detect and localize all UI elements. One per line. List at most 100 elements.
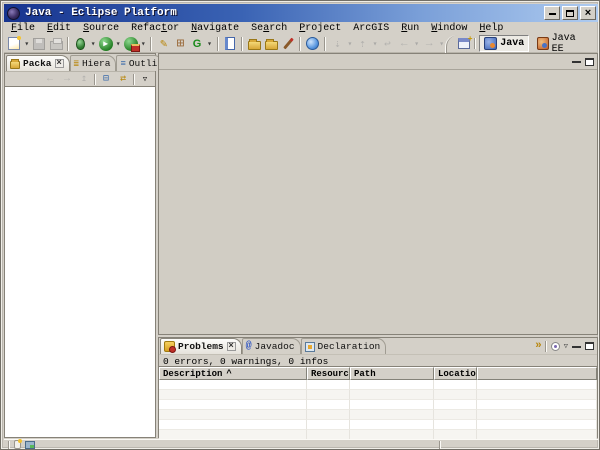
blue-document-button[interactable] — [222, 36, 239, 52]
menu-item-run[interactable]: Run — [395, 23, 425, 34]
close-button[interactable]: × — [580, 6, 596, 20]
column-header-location[interactable]: Location — [434, 367, 477, 380]
problems-table-body[interactable] — [159, 380, 597, 440]
forward-dropdown[interactable]: ▾ — [438, 36, 446, 52]
arcgis-pen-button[interactable]: ✎ — [155, 36, 172, 52]
javadoc-icon: @ — [246, 341, 252, 352]
run-button[interactable]: ▶ — [97, 36, 114, 52]
tab-problems[interactable]: Problems × — [160, 338, 242, 354]
arcgis-g-dropdown[interactable]: ▾ — [205, 36, 213, 52]
column-header-description[interactable]: Description ^ — [159, 367, 307, 380]
tab-javadoc[interactable]: @ Javadoc — [242, 338, 301, 354]
web-globe-button[interactable] — [304, 36, 321, 52]
open-perspective-button[interactable] — [456, 36, 471, 52]
arcgis-grid-button[interactable]: ⊞ — [172, 36, 189, 52]
new-wizard-button[interactable] — [6, 36, 23, 52]
focus-icon[interactable] — [551, 342, 560, 351]
tab-hierarchy[interactable]: ≣ Hiera — [70, 55, 117, 71]
back-button[interactable]: ← — [396, 36, 413, 52]
view-menu-icon[interactable]: ▽ — [564, 342, 568, 351]
column-header-path[interactable]: Path — [350, 367, 434, 380]
document-icon — [225, 37, 235, 50]
paintbrush-button[interactable] — [280, 36, 297, 52]
previous-annotation-dropdown[interactable]: ▾ — [371, 36, 379, 52]
toolbar-separator — [94, 74, 96, 85]
previous-annotation-button[interactable]: ⇡ — [354, 36, 371, 52]
menu-item-search[interactable]: Search — [245, 23, 293, 34]
run-dropdown[interactable]: ▾ — [114, 36, 122, 52]
tab-close-icon[interactable]: × — [55, 59, 64, 68]
tab-label: Packa — [23, 58, 52, 69]
view-menu-button[interactable]: ▽ — [138, 73, 152, 86]
column-header-filler — [477, 367, 597, 380]
collapse-all-button[interactable]: ⊟ — [99, 73, 113, 86]
save-button[interactable] — [31, 36, 48, 52]
last-edit-location-button[interactable]: ↩ — [379, 36, 396, 52]
minimize-button[interactable] — [544, 6, 560, 20]
sort-indicator-icon: ^ — [226, 369, 231, 379]
status-separator — [8, 441, 10, 449]
status-clipboard-icon[interactable] — [25, 441, 35, 449]
declaration-icon — [305, 342, 315, 352]
menu-item-refactor[interactable]: Refactor — [125, 23, 185, 34]
folder-icon — [265, 41, 278, 50]
menu-item-project[interactable]: Project — [293, 23, 347, 34]
debug-button[interactable] — [72, 36, 89, 52]
forward-button[interactable]: → — [421, 36, 438, 52]
link-with-editor-button[interactable]: ⇄ — [116, 73, 130, 86]
maximize-button[interactable] — [562, 6, 578, 20]
tab-package-explorer[interactable]: Packa × — [6, 55, 70, 71]
folder-open-button[interactable] — [246, 36, 263, 52]
editor-area — [158, 53, 598, 335]
menu-item-window[interactable]: Window — [425, 23, 473, 34]
back-button[interactable]: ← — [43, 73, 57, 86]
tab-label: Declaration — [318, 341, 381, 352]
maximize-editor-button[interactable] — [585, 58, 594, 66]
external-tools-button[interactable] — [122, 36, 139, 52]
menu-item-navigate[interactable]: Navigate — [185, 23, 245, 34]
menu-item-edit[interactable]: Edit — [41, 23, 77, 34]
menu-item-help[interactable]: Help — [473, 23, 509, 34]
table-row — [159, 410, 597, 420]
debug-dropdown[interactable]: ▾ — [89, 36, 97, 52]
next-annotation-button[interactable]: ⇣ — [329, 36, 346, 52]
folder-icon — [248, 41, 261, 50]
new-wizard-dropdown[interactable]: ▾ — [23, 36, 31, 52]
package-explorer-view: Packa × ≣ Hiera ≡ Outli ← → ↥ ⊟ ⇄ — [4, 53, 156, 438]
menu-item-source[interactable]: Source — [77, 23, 125, 34]
tab-close-icon[interactable]: × — [227, 342, 236, 351]
tab-label: Outli — [129, 58, 158, 69]
package-explorer-icon — [10, 61, 20, 69]
next-annotation-dropdown[interactable]: ▾ — [346, 36, 354, 52]
column-label: Path — [354, 369, 376, 379]
status-pencil-icon[interactable] — [14, 440, 21, 449]
menu-item-file[interactable]: File — [5, 23, 41, 34]
column-header-resource[interactable]: Resource — [307, 367, 350, 380]
back-arrow-icon: ← — [401, 38, 408, 50]
perspective-java-button[interactable]: Java — [479, 35, 529, 52]
maximize-view-button[interactable] — [585, 342, 594, 350]
column-label: Description — [163, 369, 222, 379]
back-dropdown[interactable]: ▾ — [413, 36, 421, 52]
menu-item-arcgis[interactable]: ArcGIS — [347, 23, 395, 34]
minimize-view-button[interactable] — [572, 345, 581, 348]
up-button[interactable]: ↥ — [77, 73, 91, 86]
arcgis-g-button[interactable]: G — [189, 36, 206, 52]
external-tools-dropdown[interactable]: ▾ — [139, 36, 147, 52]
main-toolbar: ▾ ▾ ▶ ▾ ▾ ✎ ⊞ G ▾ ⇣ ▾ ⇡ ▾ ↩ ← ▾ → ▾ — [4, 35, 598, 53]
title-bar[interactable]: Java - Eclipse Platform × — [4, 4, 598, 22]
table-row — [159, 420, 597, 430]
print-button[interactable] — [48, 36, 65, 52]
pen-icon: ✎ — [160, 36, 167, 51]
package-explorer-tree[interactable] — [5, 86, 155, 437]
g-tool-icon: G — [193, 38, 202, 50]
bottom-panel-controls: » ▽ — [535, 340, 597, 354]
back-arrow-icon: ← — [47, 74, 53, 85]
filter-icon[interactable]: » — [535, 340, 541, 352]
minimize-editor-button[interactable] — [572, 60, 581, 63]
tab-declaration[interactable]: Declaration — [301, 338, 387, 354]
problems-view: Problems × @ Javadoc Declaration » ▽ — [158, 337, 598, 438]
folder-open-button-2[interactable] — [263, 36, 280, 52]
tab-label: Javadoc — [255, 341, 295, 352]
forward-button[interactable]: → — [60, 73, 74, 86]
